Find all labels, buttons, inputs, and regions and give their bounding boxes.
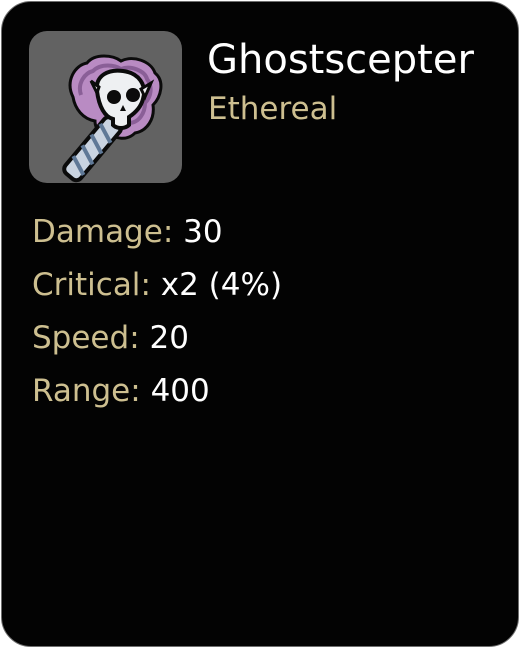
item-name: Ghostscepter xyxy=(207,37,474,83)
stat-label: Damage xyxy=(32,214,163,250)
stats-list: Damage: 30 Critical: x2 (4%) Speed: 20 R… xyxy=(32,206,282,418)
stat-value: x2 (4%) xyxy=(160,267,283,303)
stat-colon: : xyxy=(129,320,140,356)
stat-value: 30 xyxy=(183,214,223,250)
item-tooltip-card: Ghostscepter Ethereal Damage: 30 Critica… xyxy=(1,1,519,647)
item-icon-frame xyxy=(29,31,182,183)
stat-colon: : xyxy=(162,214,174,250)
stat-row-range: Range: 400 xyxy=(32,365,282,418)
stat-label: Speed xyxy=(32,320,130,356)
stat-row-damage: Damage: 30 xyxy=(32,206,282,259)
stat-colon: : xyxy=(130,373,141,409)
stat-value: 20 xyxy=(149,320,189,356)
stat-label: Critical xyxy=(32,267,141,303)
stat-row-critical: Critical: x2 (4%) xyxy=(32,259,282,312)
ghost-scepter-icon xyxy=(62,54,163,183)
stat-row-speed: Speed: 20 xyxy=(32,312,282,365)
stat-colon: : xyxy=(140,267,151,303)
stat-label: Range xyxy=(32,373,131,409)
stat-value: 400 xyxy=(150,373,210,409)
item-type: Ethereal xyxy=(208,91,338,127)
